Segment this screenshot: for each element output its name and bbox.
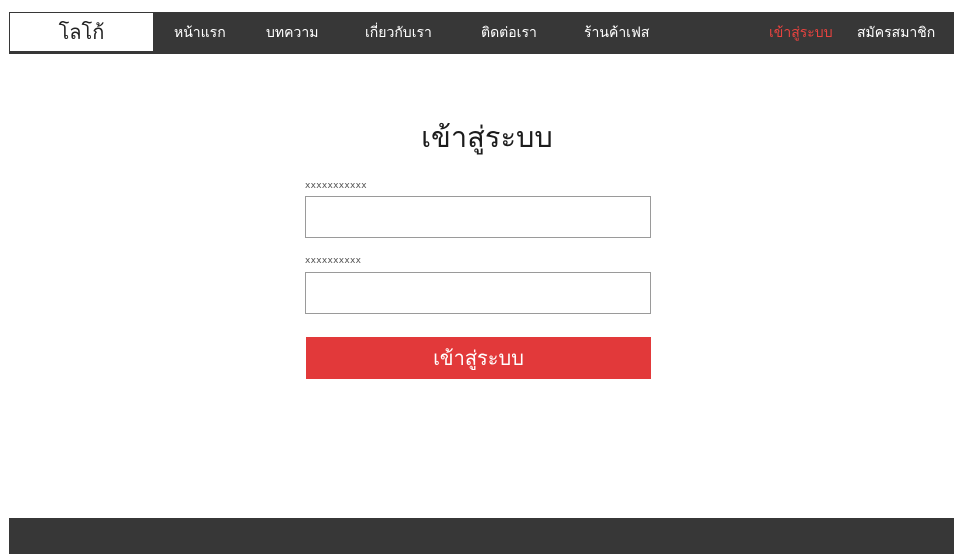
footer	[9, 518, 954, 554]
logo[interactable]: โลโก้	[9, 12, 154, 52]
nav-item-contact[interactable]: ติดต่อเรา	[481, 12, 537, 54]
nav-item-about[interactable]: เกี่ยวกับเรา	[365, 12, 432, 54]
nav-item-home[interactable]: หน้าแรก	[174, 12, 226, 54]
username-input[interactable]	[305, 196, 651, 238]
login-button[interactable]: เข้าสู่ระบบ	[306, 337, 651, 379]
login-page: โลโก้ หน้าแรก บทความ เกี่ยวกับเรา ติดต่อ…	[0, 0, 954, 554]
page-title: เข้าสู่ระบบ	[421, 120, 553, 154]
top-navbar: โลโก้ หน้าแรก บทความ เกี่ยวกับเรา ติดต่อ…	[9, 12, 954, 54]
password-label: xxxxxxxxxx	[305, 256, 362, 266]
nav-login-link[interactable]: เข้าสู่ระบบ	[769, 12, 833, 54]
nav-register-link[interactable]: สมัครสมาชิก	[857, 12, 935, 54]
nav-item-articles[interactable]: บทความ	[266, 12, 318, 54]
nav-item-facebook-shop[interactable]: ร้านค้าเฟส	[584, 12, 649, 54]
password-input[interactable]	[305, 272, 651, 314]
username-label: xxxxxxxxxxx	[305, 181, 367, 191]
